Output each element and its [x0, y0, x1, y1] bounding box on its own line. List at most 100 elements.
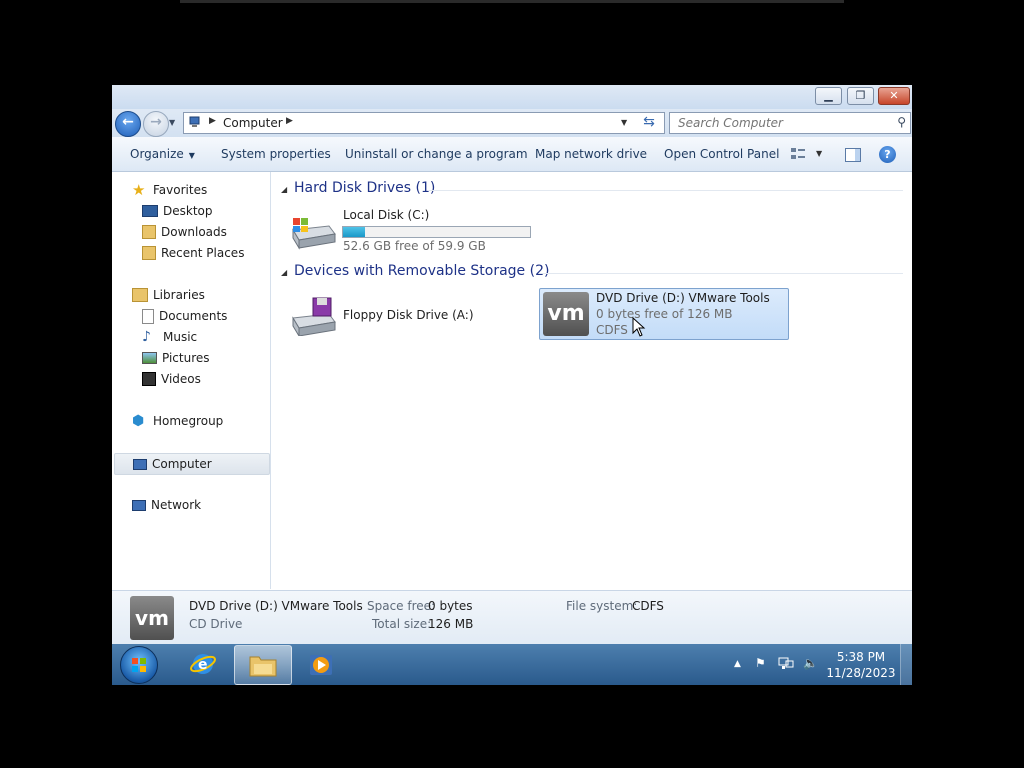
group-removable-storage[interactable]: ◢ Devices with Removable Storage (2): [281, 263, 903, 283]
media-player-icon: [310, 655, 332, 675]
system-clock[interactable]: 5:38 PM 11/28/2023: [824, 649, 898, 681]
desktop-icon: [142, 205, 158, 217]
title-bar: ▁ ❐ ✕: [112, 85, 912, 109]
clock-date: 11/28/2023: [826, 666, 896, 680]
breadcrumb-arrow-icon[interactable]: ▶: [209, 116, 216, 126]
help-icon[interactable]: ?: [879, 146, 896, 163]
details-pane: vm DVD Drive (D:) VMware Tools CD Drive …: [112, 590, 912, 645]
breadcrumb-arrow-icon[interactable]: ▶: [286, 116, 293, 126]
taskbar-media-player[interactable]: [294, 645, 350, 683]
group-hard-disk-drives[interactable]: ◢ Hard Disk Drives (1): [281, 180, 903, 200]
details-item-name: DVD Drive (D:) VMware Tools: [189, 599, 363, 613]
recent-pages-dropdown[interactable]: ▼: [169, 118, 175, 127]
nav-recent-places[interactable]: Recent Places: [142, 243, 244, 263]
start-button[interactable]: [120, 646, 158, 684]
nav-homegroup[interactable]: ⬢ Homegroup: [132, 411, 223, 431]
nav-music[interactable]: ♪ Music: [142, 327, 197, 347]
organize-button[interactable]: Organize ▼: [130, 147, 195, 161]
nav-desktop-label: Desktop: [163, 204, 213, 218]
preview-pane-icon[interactable]: [845, 148, 861, 162]
back-button[interactable]: ←: [115, 111, 141, 137]
map-network-drive-button[interactable]: Map network drive: [535, 147, 647, 161]
nav-computer-label: Computer: [152, 457, 212, 471]
homegroup-icon: ⬢: [132, 413, 145, 429]
taskbar-internet-explorer[interactable]: e: [175, 645, 231, 683]
taskbar-windows-explorer[interactable]: [234, 645, 292, 685]
uninstall-program-button[interactable]: Uninstall or change a program: [345, 147, 528, 161]
total-size-value: 126 MB: [428, 617, 474, 631]
group-title: Hard Disk Drives (1): [294, 180, 436, 196]
group-title: Devices with Removable Storage (2): [294, 263, 550, 279]
nav-downloads-label: Downloads: [161, 225, 227, 239]
minimize-icon: ▁: [824, 89, 833, 102]
show-hidden-icons-button[interactable]: ▲: [734, 659, 741, 669]
maximize-button[interactable]: ❐: [847, 87, 874, 105]
nav-network[interactable]: Network: [132, 495, 201, 515]
system-properties-button[interactable]: System properties: [221, 147, 331, 161]
address-bar[interactable]: ▶ Computer ▶ ▼: [183, 112, 665, 134]
nav-pictures[interactable]: Pictures: [142, 348, 210, 368]
action-center-flag-icon[interactable]: ⚑: [755, 656, 766, 670]
search-box[interactable]: ⚲: [669, 112, 911, 134]
nav-favorites[interactable]: ★ Favorites: [132, 180, 207, 200]
documents-icon: [142, 308, 154, 324]
file-system-label: File system:: [566, 599, 638, 613]
collapse-group-icon[interactable]: ◢: [281, 268, 287, 277]
svg-text:e: e: [198, 657, 208, 673]
explorer-window: ▁ ❐ ✕ ← → ▼ ▶ Computer ▶ ▼ ⇆ ⚲ Organize ▼…: [112, 85, 912, 685]
drive-c-usage-fill: [343, 227, 366, 237]
clock-time: 5:38 PM: [836, 650, 886, 664]
nav-documents[interactable]: Documents: [142, 306, 227, 326]
nav-libraries-label: Libraries: [153, 288, 205, 302]
maximize-icon: ❐: [855, 89, 866, 102]
nav-downloads[interactable]: Downloads: [142, 222, 227, 242]
search-icon[interactable]: ⚲: [897, 115, 906, 129]
nav-homegroup-label: Homegroup: [153, 414, 224, 428]
drive-a-name: Floppy Disk Drive (A:): [343, 308, 474, 322]
breadcrumb-computer[interactable]: Computer: [223, 116, 283, 130]
nav-videos[interactable]: Videos: [142, 369, 201, 389]
close-icon: ✕: [889, 89, 899, 102]
star-icon: ★: [132, 181, 146, 199]
nav-documents-label: Documents: [159, 309, 228, 323]
network-status-icon[interactable]: [778, 655, 794, 671]
folder-icon: [249, 656, 277, 677]
back-arrow-icon: ←: [122, 114, 134, 130]
hard-disk-icon: [292, 218, 336, 250]
nav-libraries[interactable]: Libraries: [132, 285, 205, 305]
nav-recent-places-label: Recent Places: [161, 246, 245, 260]
drive-d-name: DVD Drive (D:) VMware Tools: [596, 291, 770, 305]
space-free-value: 0 bytes: [428, 599, 473, 613]
show-desktop-button[interactable]: [900, 644, 912, 685]
search-input[interactable]: [676, 115, 880, 131]
recent-places-icon: [142, 246, 156, 260]
nav-computer[interactable]: Computer: [114, 453, 270, 475]
taskbar: e ▲ ⚑ 🔈 5:38 PM 11/28/2023: [112, 644, 912, 685]
nav-music-label: Music: [163, 330, 198, 344]
change-view-icon[interactable]: [790, 147, 806, 161]
navigation-pane: ★ Favorites Desktop Downloads Recent Pla…: [112, 172, 271, 589]
pictures-icon: [142, 352, 157, 364]
vmware-logo-icon: vm: [543, 292, 589, 336]
drive-c[interactable]: Local Disk (C:) 52.6 GB free of 59.9 GB: [289, 208, 539, 258]
drive-d[interactable]: vm DVD Drive (D:) VMware Tools 0 bytes f…: [539, 288, 789, 340]
computer-icon: [133, 458, 147, 470]
forward-arrow-icon: →: [150, 114, 162, 130]
drive-a[interactable]: Floppy Disk Drive (A:): [289, 292, 489, 340]
drive-c-free-space: 52.6 GB free of 59.9 GB: [343, 239, 486, 253]
collapse-group-icon[interactable]: ◢: [281, 185, 287, 194]
forward-button[interactable]: →: [143, 111, 169, 137]
address-dropdown-icon[interactable]: ▼: [621, 118, 627, 127]
close-button[interactable]: ✕: [878, 87, 910, 105]
view-options-dropdown-icon[interactable]: ▼: [816, 149, 822, 158]
nav-network-label: Network: [151, 498, 202, 512]
minimize-button[interactable]: ▁: [815, 87, 842, 105]
volume-icon[interactable]: 🔈: [803, 656, 818, 670]
drive-c-name: Local Disk (C:): [343, 208, 430, 222]
refresh-button[interactable]: ⇆: [639, 114, 659, 132]
open-control-panel-button[interactable]: Open Control Panel: [664, 147, 779, 161]
nav-desktop[interactable]: Desktop: [142, 201, 213, 221]
organize-label: Organize: [130, 147, 184, 161]
space-free-label: Space free:: [367, 599, 436, 613]
address-row: ← → ▼ ▶ Computer ▶ ▼ ⇆ ⚲: [112, 109, 912, 137]
